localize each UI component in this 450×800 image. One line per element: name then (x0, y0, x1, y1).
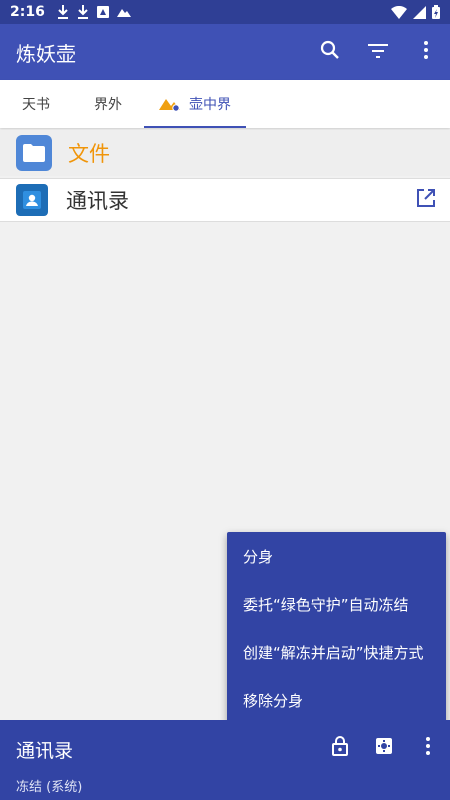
image-icon (96, 6, 109, 18)
status-notification-icons (57, 5, 131, 19)
tab-jiewai[interactable]: 界外 (72, 80, 144, 128)
settings-icon (374, 736, 394, 760)
bottom-actions (318, 724, 450, 772)
list-item-label: 通讯录 (66, 189, 129, 213)
folder-icon (16, 135, 52, 171)
battery-icon (432, 5, 440, 19)
search-button[interactable] (306, 28, 354, 76)
list-item-contacts[interactable]: 通讯录 (0, 178, 450, 222)
filter-icon (368, 43, 388, 62)
open-external-icon (416, 188, 436, 212)
signal-icon (413, 5, 426, 19)
bottom-title: 通讯录 (16, 740, 74, 762)
status-time: 2:16 (10, 4, 45, 20)
app-actions (306, 28, 450, 76)
more-vert-icon (424, 41, 428, 63)
open-external-button[interactable] (402, 178, 450, 222)
lock-icon (332, 736, 348, 760)
bottom-subtitle: 冻结 (系统) (16, 780, 83, 795)
app-bar: 炼妖壶 (0, 24, 450, 80)
mountain-icon (116, 7, 131, 17)
menu-item-remove-clone[interactable]: 移除分身 (227, 676, 446, 724)
download-icon (57, 5, 69, 19)
menu-item-create-shortcut[interactable]: 创建“解冻并启动”快捷方式 (227, 628, 446, 676)
popup-menu: 分身 委托“绿色守护”自动冻结 创建“解冻并启动”快捷方式 移除分身 (227, 532, 446, 724)
tab-label: 界外 (94, 97, 122, 113)
unlock-button[interactable] (318, 724, 362, 772)
download-icon (77, 5, 89, 19)
menu-item-delegate-freeze[interactable]: 委托“绿色守护”自动冻结 (227, 580, 446, 628)
status-bar: 2:16 (0, 0, 450, 24)
contacts-icon (16, 184, 48, 216)
tab-huzhongjie[interactable]: 壶中界 (144, 80, 246, 128)
tab-bar: 天书 界外 壶中界 (0, 80, 450, 128)
tab-indicator (144, 126, 246, 128)
tab-tianshu[interactable]: 天书 (0, 80, 72, 128)
list-item-label: 文件 (68, 142, 110, 166)
settings-button[interactable] (362, 724, 406, 772)
island-icon (159, 96, 181, 112)
filter-button[interactable] (354, 28, 402, 76)
wifi-icon (391, 5, 407, 19)
tab-label: 天书 (22, 97, 50, 113)
list-item-files[interactable]: 文件 (0, 130, 450, 176)
menu-item-clone[interactable]: 分身 (227, 532, 446, 580)
more-options-button[interactable] (402, 28, 450, 76)
bottom-bar: 通讯录 冻结 (系统) (0, 720, 450, 800)
status-system-icons (391, 5, 440, 19)
tab-label: 壶中界 (189, 97, 231, 113)
more-options-button[interactable] (406, 724, 450, 772)
search-icon (320, 40, 340, 64)
more-vert-icon (426, 737, 430, 759)
app-title: 炼妖壶 (16, 41, 76, 66)
